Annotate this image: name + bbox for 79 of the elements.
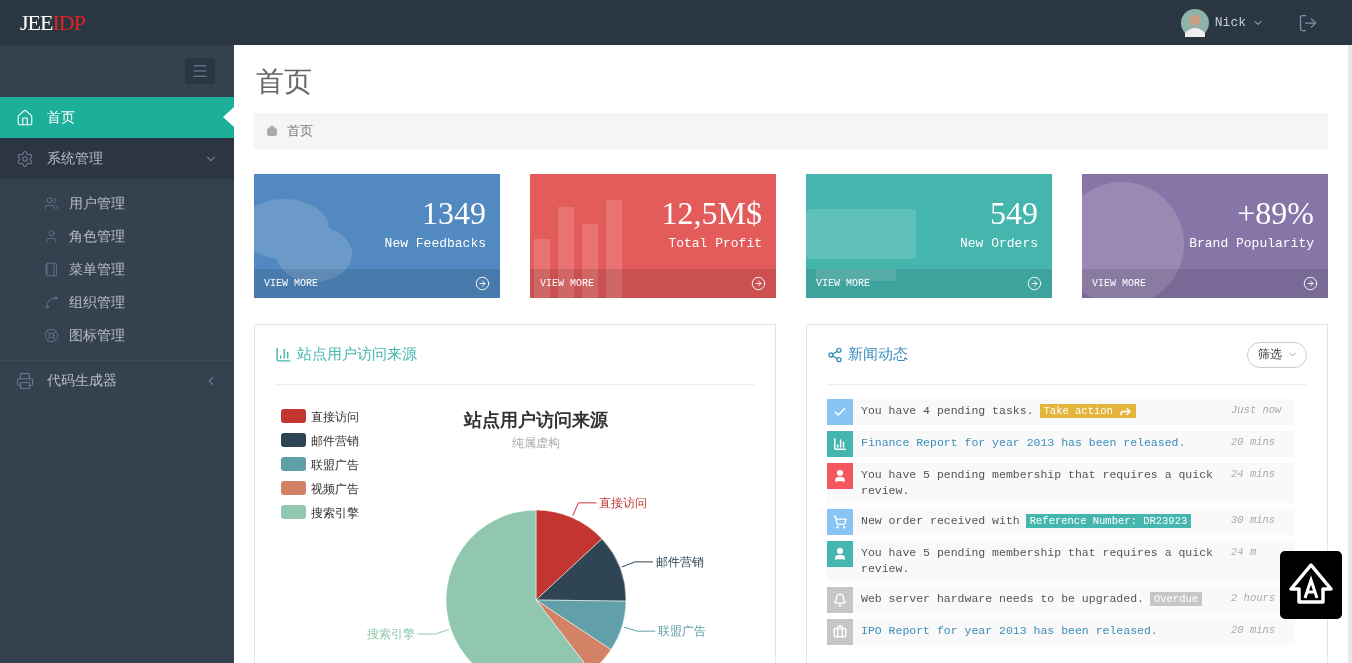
submenu-item[interactable]: 组织管理 [0, 286, 234, 319]
stat-value: 1349 [422, 196, 486, 230]
home-icon [16, 108, 34, 127]
panel-title: 站点用户访问来源 [297, 345, 417, 364]
chart-subtitle: 纯属虚构 [512, 436, 560, 450]
chart-title: 站点用户访问来源 [464, 409, 608, 430]
users-icon [44, 196, 59, 211]
feed-text: You have 4 pending tasks. [861, 404, 1034, 417]
avatar [1180, 8, 1209, 37]
user-icon [44, 229, 59, 244]
tag: Reference Number: DR23923 [1025, 514, 1192, 528]
breadcrumb-item: 首页 [287, 122, 313, 140]
view-more-button[interactable]: VIEW MORE [1082, 269, 1328, 298]
legend-swatch [281, 409, 306, 423]
share-icon [827, 346, 843, 363]
filter-dropdown[interactable]: 筛选 [1247, 341, 1307, 368]
user-menu[interactable]: Nick [1208, 15, 1270, 30]
submenu-item[interactable]: 角色管理 [0, 220, 234, 253]
time-text: 24 m [1230, 545, 1258, 560]
legend-swatch [281, 481, 306, 495]
feed-link[interactable]: Finance Report for year 2013 has been released. [861, 436, 1186, 449]
stat-value: 549 [990, 196, 1038, 230]
view-more-button[interactable]: VIEW MORE [530, 269, 776, 298]
settings-icon [16, 149, 34, 168]
leader-line [417, 629, 450, 635]
time-text: 24 mins [1230, 467, 1277, 482]
legend-swatch [281, 457, 306, 471]
view-more-button[interactable]: VIEW MORE [806, 269, 1052, 298]
feed-text: You have 5 pending membership that requires a quick review. [861, 468, 1213, 497]
slice-label: 联盟广告 [658, 624, 707, 639]
time-text: Just now [1230, 403, 1283, 418]
view-more-button[interactable]: VIEW MORE [254, 269, 500, 298]
feed-text: You have 5 pending membership that requires a quick review. [861, 546, 1213, 575]
slice-label: 搜索引擎 [366, 627, 415, 641]
floating-button[interactable] [1280, 551, 1342, 619]
stat-label: New Feedbacks [384, 236, 486, 251]
legend-label: 搜索引擎 [311, 506, 359, 520]
lifebuoy-icon [44, 328, 59, 343]
legend-label: 联盟广告 [311, 458, 359, 472]
sidebar-item[interactable]: 系统管理 [0, 138, 234, 179]
tag: Overdue [1149, 592, 1203, 606]
page-title: 首页 [256, 65, 313, 99]
menu-icon [191, 62, 209, 80]
printer-icon [16, 372, 34, 390]
notebook-icon [44, 262, 59, 277]
time-text: 30 mins [1230, 513, 1277, 528]
stat-label: Brand Popularity [1189, 236, 1314, 251]
submenu-item[interactable]: 用户管理 [0, 187, 234, 220]
feed-text: New order received with [861, 514, 1020, 527]
bar-chart-icon [275, 346, 292, 363]
leader-line [623, 626, 656, 632]
menu-button[interactable] [185, 58, 215, 84]
legend-swatch [281, 505, 306, 519]
slice-label: 直接访问 [599, 495, 648, 510]
legend-label: 视频广告 [311, 482, 359, 496]
feed-link[interactable]: IPO Report for year 2013 has been released. [861, 624, 1158, 637]
leader-line [621, 561, 654, 568]
leader-line [572, 502, 597, 517]
legend-label: 直接访问 [311, 410, 359, 424]
active-indicator [223, 107, 234, 127]
stat-label: Total Profit [668, 236, 762, 251]
time-text: 20 mins [1230, 435, 1277, 450]
submenu-item[interactable]: 菜单管理 [0, 253, 234, 286]
panel-title: 新闻动态 [848, 345, 908, 364]
home-icon [266, 125, 278, 137]
stat-value: 12,5M$ [661, 196, 762, 230]
slice-label: 邮件营销 [655, 554, 704, 569]
time-text: 20 mins [1230, 623, 1277, 638]
curve-icon [44, 295, 59, 310]
legend-swatch [281, 433, 306, 447]
stat-label: New Orders [960, 236, 1038, 251]
legend-label: 邮件营销 [311, 434, 359, 448]
stat-value: +89% [1237, 196, 1314, 230]
time-text: 2 hours [1230, 591, 1277, 606]
logo: JEEIDP [20, 9, 85, 36]
sidebar-item[interactable]: 代码生成器 [0, 360, 234, 401]
submenu-item[interactable]: 图标管理 [0, 319, 234, 352]
feed-text: Web server hardware needs to be upgraded. [861, 592, 1144, 605]
logout-button[interactable] [1298, 12, 1318, 33]
